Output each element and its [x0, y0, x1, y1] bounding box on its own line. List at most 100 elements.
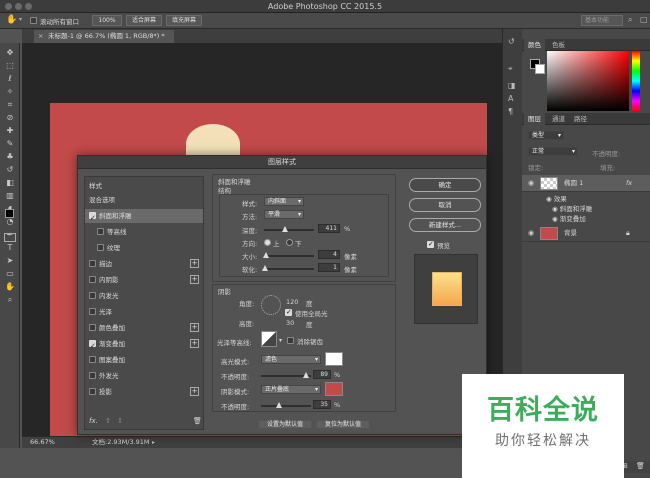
minimize-window-icon[interactable] [15, 3, 22, 10]
ok-button[interactable]: 确定 [409, 178, 481, 192]
style-checkbox[interactable] [89, 339, 96, 353]
move-down-icon[interactable]: ⇩ [117, 417, 123, 425]
zoom-level[interactable]: 66.67% [30, 437, 55, 448]
fill-screen-button[interactable]: 填充屏幕 [166, 15, 202, 26]
crop-icon[interactable]: ⌗ [3, 99, 17, 110]
gradient-icon[interactable]: ▥ [3, 190, 17, 201]
style-list-item[interactable]: 图案叠加 [85, 353, 203, 367]
highlight-opacity-input[interactable]: 89 [313, 370, 331, 379]
shape-icon[interactable]: ▭ [3, 268, 17, 279]
soften-input[interactable]: 1 [318, 263, 340, 272]
visibility-eye-icon[interactable]: ◉ [528, 175, 534, 192]
style-list-item[interactable]: 内阴影 + [85, 273, 203, 287]
zoom-100-button[interactable]: 100% [92, 15, 122, 26]
move-up-icon[interactable]: ⇧ [105, 417, 111, 425]
highlight-opacity-slider[interactable] [261, 372, 311, 378]
highlight-mode-select[interactable]: 滤色 [261, 355, 321, 364]
chevron-down-icon[interactable]: ▾ [19, 16, 22, 23]
style-list-item[interactable]: 外发光 [85, 369, 203, 383]
fit-screen-button[interactable]: 适合屏幕 [126, 15, 162, 26]
style-list-item[interactable]: 混合选项 [85, 193, 203, 207]
global-light-checkbox[interactable] [285, 308, 292, 316]
quick-mask-icon[interactable] [4, 233, 16, 242]
add-effect-icon[interactable]: + [190, 387, 199, 396]
trash-icon[interactable]: 🗑︎ [636, 462, 645, 470]
fx-icon[interactable]: fx [626, 175, 632, 192]
depth-input[interactable]: 411 [318, 224, 340, 233]
style-checkbox[interactable] [97, 228, 104, 235]
style-list-item[interactable]: 渐变叠加 + [85, 337, 203, 353]
tab-close-icon[interactable]: × [38, 30, 43, 43]
history-icon[interactable]: ↺ [508, 37, 515, 46]
style-list-item[interactable]: 投影 + [85, 385, 203, 399]
tab-channels[interactable]: 通道 [548, 113, 569, 125]
status-menu-icon[interactable]: ▸ [152, 437, 155, 448]
move-icon[interactable]: ✥ [3, 47, 17, 58]
layer-kind-filter[interactable]: 类型 [528, 131, 564, 140]
size-input[interactable]: 4 [318, 250, 340, 259]
chevron-down-icon[interactable]: ▾ [279, 337, 282, 344]
maximize-window-icon[interactable] [25, 3, 32, 10]
effect-bevel-row[interactable]: ◉ 斜面和浮雕 [552, 203, 592, 213]
tab-swatches[interactable]: 色板 [548, 39, 569, 51]
marquee-icon[interactable]: ⬚ [3, 60, 17, 71]
foreground-color-swatch[interactable] [5, 209, 14, 218]
layer-row-background[interactable]: ◉ 背景 🔒︎ [522, 225, 650, 242]
magic-wand-icon[interactable]: ✧ [3, 86, 17, 97]
highlight-opacity-knob[interactable] [302, 372, 309, 378]
brush-icon[interactable]: ✎ [3, 138, 17, 149]
healing-icon[interactable]: ✚ [3, 125, 17, 136]
antialias-checkbox[interactable] [287, 337, 294, 344]
character-icon[interactable]: A [508, 94, 513, 103]
workspace-select[interactable]: 基本功能 [581, 15, 623, 26]
style-list-item[interactable]: 光泽 [85, 305, 203, 319]
path-select-icon[interactable]: ➤ [3, 255, 17, 266]
style-list-item[interactable]: 斜面和浮雕 [85, 209, 203, 225]
blend-mode-select[interactable]: 正常 [528, 147, 578, 156]
add-effect-icon[interactable]: + [190, 259, 199, 268]
style-list-item[interactable]: 描边 + [85, 257, 203, 271]
hue-slider[interactable] [632, 51, 640, 111]
effect-gradient-row[interactable]: ◉ 渐变叠加 [552, 213, 586, 223]
style-list-item[interactable]: 颜色叠加 + [85, 321, 203, 335]
tab-paths[interactable]: 路径 [570, 113, 591, 125]
history-brush-icon[interactable]: ↺ [3, 164, 17, 175]
fx-add-icon[interactable]: fx. [89, 417, 98, 425]
tab-layers[interactable]: 图层 [524, 113, 545, 125]
bevel-method-select[interactable]: 平滑 [264, 210, 304, 219]
highlight-color-swatch[interactable] [325, 352, 343, 366]
color-picker-field[interactable] [547, 51, 629, 111]
style-list-item[interactable]: 纹理 [85, 241, 203, 255]
shadow-opacity-input[interactable]: 35 [313, 400, 331, 409]
style-checkbox[interactable] [89, 324, 96, 331]
style-checkbox[interactable] [97, 244, 104, 251]
bevel-style-select[interactable]: 内斜面 [264, 197, 304, 206]
effects-row[interactable]: ◉ 效果 [546, 193, 567, 203]
new-style-button[interactable]: 新建样式... [409, 218, 481, 232]
add-effect-icon[interactable]: + [190, 339, 199, 348]
zoom-icon[interactable]: ⌕ [3, 294, 17, 305]
reset-default-button[interactable]: 复位为默认值 [316, 420, 370, 429]
document-tab[interactable]: × 未标题-1 @ 66.7% (椭圆 1, RGB/8*) * [34, 30, 174, 43]
style-checkbox[interactable] [89, 356, 96, 363]
visibility-eye-icon[interactable]: ◉ [528, 225, 534, 242]
style-list-item[interactable]: 内发光 [85, 289, 203, 303]
visibility-eye-icon[interactable]: ◉ [552, 215, 560, 223]
soften-slider-knob[interactable] [261, 265, 268, 271]
paragraph-icon[interactable]: ¶ [508, 107, 513, 116]
style-checkbox[interactable] [89, 211, 96, 225]
lasso-icon[interactable]: ℓ [3, 73, 17, 84]
set-default-button[interactable]: 设置为默认值 [258, 420, 312, 429]
shadow-opacity-knob[interactable] [275, 402, 282, 408]
visibility-eye-icon[interactable]: ◉ [552, 205, 560, 213]
style-checkbox[interactable] [89, 292, 96, 299]
layer-row-ellipse[interactable]: ◉ 椭圆 1 fx [522, 175, 650, 192]
properties-icon[interactable]: ⌖ [508, 64, 513, 74]
shadow-opacity-slider[interactable] [261, 402, 311, 408]
angle-dial[interactable] [261, 295, 281, 315]
hand-tool-icon[interactable]: ✋ [6, 15, 17, 25]
eyedropper-icon[interactable]: ⊘ [3, 112, 17, 123]
style-checkbox[interactable] [89, 388, 96, 395]
scroll-all-checkbox[interactable] [30, 17, 37, 24]
direction-down-radio[interactable] [286, 239, 293, 246]
